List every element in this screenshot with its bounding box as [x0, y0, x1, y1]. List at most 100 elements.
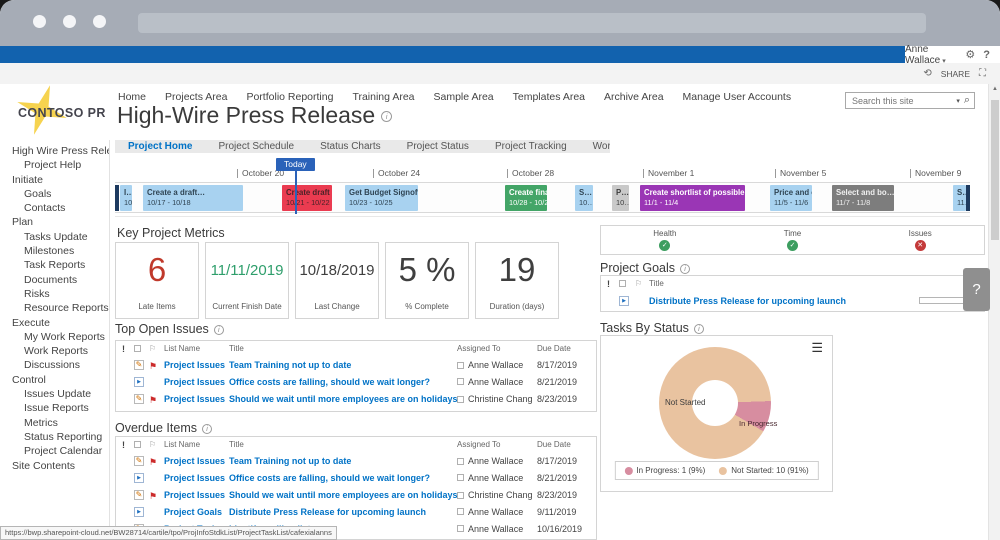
info-icon[interactable]: i [202, 424, 212, 434]
help-icon[interactable]: ? [983, 49, 990, 61]
sidebar-item[interactable]: Issue Reports [0, 401, 109, 415]
sidebar-item[interactable]: My Work Reports [0, 330, 109, 344]
address-bar[interactable] [138, 13, 926, 33]
info-icon[interactable]: i [214, 325, 224, 335]
timeline-task-bar[interactable]: S… 10… [575, 185, 593, 211]
sidebar-item[interactable]: Goals [0, 187, 109, 201]
item-title-link[interactable]: Should we wait until more employees are … [229, 394, 457, 404]
due-date-cell: 9/11/2019 [537, 507, 596, 517]
select-all-checkbox[interactable] [619, 280, 626, 287]
select-all-checkbox[interactable] [134, 345, 141, 352]
list-name-link[interactable]: Project Goals [164, 507, 229, 517]
info-icon[interactable]: i [680, 264, 690, 274]
timeline-task-bar[interactable]: Price and chec… 11/5 - 11/6 [770, 185, 812, 211]
page-tab[interactable]: Project Tracking [482, 141, 580, 152]
page-tab[interactable]: Status Charts [307, 141, 394, 152]
presence-checkbox [457, 492, 464, 499]
search-icon[interactable]: ⌕ [964, 94, 974, 107]
sidebar-item[interactable]: Control [0, 373, 109, 387]
item-title-link[interactable]: Team Training not up to date [229, 456, 457, 466]
sidebar-item[interactable]: Task Reports [0, 258, 109, 272]
page-tab[interactable]: Project Home [115, 141, 205, 152]
scroll-up-arrow-icon[interactable]: ▲ [989, 86, 1000, 92]
list-name-link[interactable]: Project Issues [164, 394, 229, 404]
focus-mode-icon[interactable]: ⛶ [979, 68, 986, 79]
top-nav-link[interactable]: Templates Area [513, 91, 585, 103]
page-tab[interactable]: Project Status [394, 141, 482, 152]
sidebar-item[interactable]: Work Reports [0, 344, 109, 358]
timeline-task-bar[interactable]: Select and bo… 11/7 - 11/8 [832, 185, 894, 211]
legend-text: Not Started: 10 (91%) [731, 466, 808, 475]
scrollbar-thumb[interactable] [991, 100, 999, 240]
top-nav-link[interactable]: Sample Area [434, 91, 494, 103]
list-name-link[interactable]: Project Issues [164, 456, 229, 466]
task-bar-dates: 10… [124, 198, 128, 208]
item-type-icon [134, 490, 144, 500]
page-tab[interactable]: Work Gantt [580, 141, 610, 152]
item-type-icon [134, 473, 144, 483]
window-close-button[interactable] [33, 15, 46, 28]
sidebar-item[interactable]: Project Calendar [0, 444, 109, 458]
sidebar-item[interactable]: Resource Reports [0, 301, 109, 315]
sidebar-item[interactable]: Status Reporting [0, 430, 109, 444]
assigned-to-cell: Anne Wallace [457, 524, 537, 534]
item-title-link[interactable]: Team Training not up to date [229, 360, 457, 370]
sidebar-item[interactable]: Plan [0, 215, 109, 229]
chart-menu-icon[interactable]: ☰ [811, 340, 823, 356]
list-name-link[interactable]: Project Issues [164, 473, 229, 483]
status-indicator-icon [787, 240, 798, 251]
item-title-link[interactable]: Distribute Press Release for upcoming la… [229, 507, 457, 517]
sidebar-item[interactable]: Metrics [0, 416, 109, 430]
page-tab[interactable]: Project Schedule [205, 141, 307, 152]
item-title-link[interactable]: Office costs are falling, should we wait… [229, 473, 457, 483]
suite-bar-blue-strip [0, 46, 905, 63]
timeline-task-bar[interactable]: S… 11… [953, 185, 966, 211]
sidebar-item[interactable]: Execute [0, 316, 109, 330]
help-flyout-tab[interactable]: ? [963, 268, 990, 311]
select-all-checkbox[interactable] [134, 441, 141, 448]
overdue-items-list: ! ⚐ List Name Title Assigned To Due Date… [115, 436, 597, 540]
gear-icon[interactable]: ⚙ [965, 48, 975, 61]
page-tabs: Project HomeProject ScheduleStatus Chart… [115, 140, 610, 153]
list-name-link[interactable]: Project Issues [164, 490, 229, 500]
suite-bar: Anne Wallace▾ ⚙ ? [0, 46, 1000, 63]
timeline-task-bar[interactable]: I… 10… [120, 185, 132, 211]
sidebar-item[interactable]: Tasks Update [0, 230, 109, 244]
search-input[interactable] [846, 96, 952, 106]
timeline-task-bar[interactable]: Create a draft… 10/17 - 10/18 [143, 185, 243, 211]
status-indicator-label: Issues [909, 229, 932, 238]
sidebar-item[interactable]: Site Contents [0, 459, 109, 473]
site-logo[interactable]: CONTOSO PR [12, 90, 116, 135]
vertical-scrollbar[interactable]: ▲ [988, 84, 1000, 540]
list-name-link[interactable]: Project Issues [164, 377, 229, 387]
sidebar-item[interactable]: Issues Update [0, 387, 109, 401]
timeline-task-bar[interactable]: P… 10… [612, 185, 629, 211]
timeline-task-bar[interactable]: Create draft pl… 10/21 - 10/22 [282, 185, 332, 211]
window-maximize-button[interactable] [93, 15, 106, 28]
window-minimize-button[interactable] [63, 15, 76, 28]
task-bar-dates: 10/21 - 10/22 [286, 198, 328, 208]
list-name-link[interactable]: Project Issues [164, 360, 229, 370]
search-scope-dropdown-icon[interactable]: ▾ [952, 97, 964, 105]
project-timeline: October 20October 24October 28November 1… [115, 158, 970, 217]
task-bar-dates: 10/28 - 10/29 [509, 198, 543, 208]
info-icon[interactable]: i [381, 111, 392, 122]
item-title-link[interactable]: Should we wait until more employees are … [229, 490, 457, 500]
sidebar-item[interactable]: Contacts [0, 201, 109, 215]
sidebar-item[interactable]: Initiate [0, 173, 109, 187]
timeline-task-bar[interactable]: Create shortlist of possible venues 11/1… [640, 185, 745, 211]
item-title-link[interactable]: Office costs are falling, should we wait… [229, 377, 457, 387]
top-nav-link[interactable]: Manage User Accounts [683, 91, 792, 103]
timeline-task-bar[interactable]: Get Budget Signoff 10/23 - 10/25 [345, 185, 418, 211]
sidebar-item[interactable]: Risks [0, 287, 109, 301]
sidebar-item[interactable]: Discussions [0, 358, 109, 372]
sidebar-item[interactable]: High Wire Press Release [0, 144, 109, 158]
sidebar-item[interactable]: Milestones [0, 244, 109, 258]
goal-title-link[interactable]: Distribute Press Release for upcoming la… [649, 296, 914, 306]
info-icon[interactable]: i [694, 324, 704, 334]
share-button[interactable]: SHARE [941, 69, 970, 79]
timeline-task-bar[interactable]: Create final ve… 10/28 - 10/29 [505, 185, 547, 211]
sidebar-item[interactable]: Documents [0, 273, 109, 287]
sidebar-item[interactable]: Project Help [0, 158, 109, 172]
top-nav-link[interactable]: Archive Area [604, 91, 664, 103]
